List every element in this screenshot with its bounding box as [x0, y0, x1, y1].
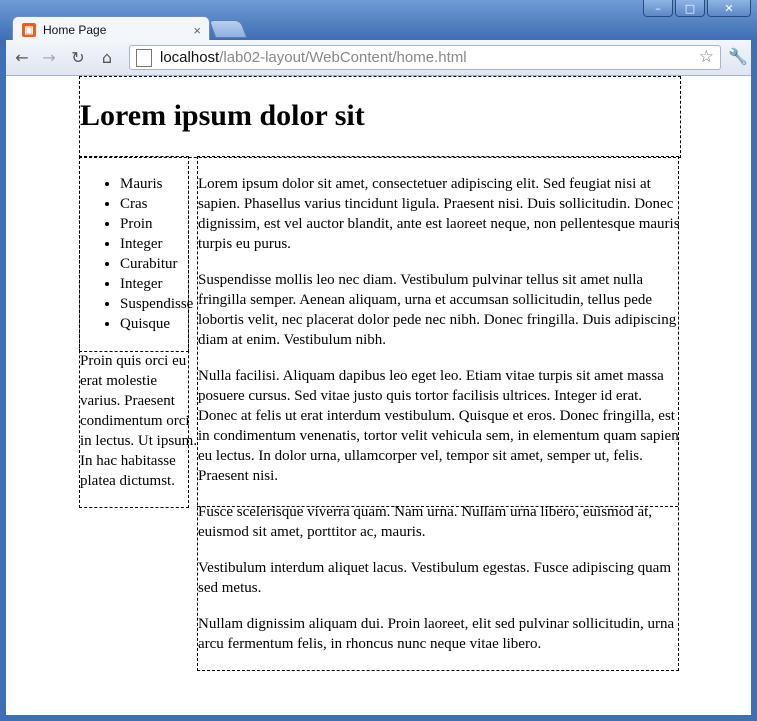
- nav-item: Proin: [120, 214, 188, 234]
- paragraph: Fusce scelerisque viverra quam. Nam urna…: [198, 504, 653, 540]
- close-tab-icon[interactable]: ×: [193, 23, 201, 38]
- tab-strip: ▣ Home Page ×: [6, 14, 746, 43]
- paragraph: Vestibulum interdum aliquet lacus. Vesti…: [198, 560, 671, 596]
- wrench-icon[interactable]: 🔧: [728, 47, 748, 66]
- favicon-icon: ▣: [22, 23, 36, 37]
- page-header: Lorem ipsum dolor sit: [79, 76, 681, 158]
- sidebar-text: Proin quis orci eu erat molestie varius.…: [80, 353, 198, 489]
- bookmark-star-icon[interactable]: ☆: [699, 47, 714, 67]
- nav-item: Integer: [120, 274, 188, 294]
- url-text: localhost/lab02-layout/WebContent/home.h…: [160, 49, 467, 66]
- tab-home-page[interactable]: ▣ Home Page ×: [12, 16, 210, 43]
- sidebar: Mauris Cras Proin Integer Curabitur Inte…: [79, 156, 197, 508]
- page-content: Lorem ipsum dolor sit Mauris Cras Proin …: [6, 76, 751, 715]
- nav-item: Curabitur: [120, 254, 188, 274]
- nav-item: Suspendisse: [120, 294, 193, 314]
- back-icon[interactable]: ←: [12, 47, 32, 67]
- nav-item: Quisque: [120, 314, 188, 334]
- paragraph: Lorem ipsum dolor sit amet, consectetuer…: [198, 176, 680, 252]
- paragraph: Nullam dignissim aliquam dui. Proin laor…: [198, 616, 675, 652]
- reload-icon[interactable]: ↻: [68, 47, 88, 67]
- new-tab-button[interactable]: [208, 20, 248, 38]
- nav-item: Mauris: [120, 174, 188, 194]
- page-icon: [136, 48, 152, 67]
- sidebar-nav: Mauris Cras Proin Integer Curabitur Inte…: [79, 156, 193, 352]
- main-content: Lorem ipsum dolor sit amet, consectetuer…: [197, 156, 680, 671]
- tab-title: Home Page: [43, 23, 107, 37]
- browser-window: – □ ✕ ▣ Home Page × ← → ↻ ⌂ localhost/la…: [0, 0, 757, 721]
- nav-item: Integer: [120, 234, 188, 254]
- home-icon[interactable]: ⌂: [97, 47, 117, 67]
- sidebar-bottom-border: [197, 506, 678, 507]
- browser-toolbar: ← → ↻ ⌂ localhost/lab02-layout/WebConten…: [6, 40, 751, 76]
- page-title: Lorem ipsum dolor sit: [80, 99, 365, 132]
- nav-item: Cras: [120, 194, 188, 214]
- address-bar[interactable]: localhost/lab02-layout/WebContent/home.h…: [129, 45, 721, 70]
- forward-icon[interactable]: →: [39, 47, 59, 67]
- paragraph: Nulla facilisi. Aliquam dapibus leo eget…: [198, 368, 679, 484]
- paragraph: Suspendisse mollis leo nec diam. Vestibu…: [198, 272, 677, 348]
